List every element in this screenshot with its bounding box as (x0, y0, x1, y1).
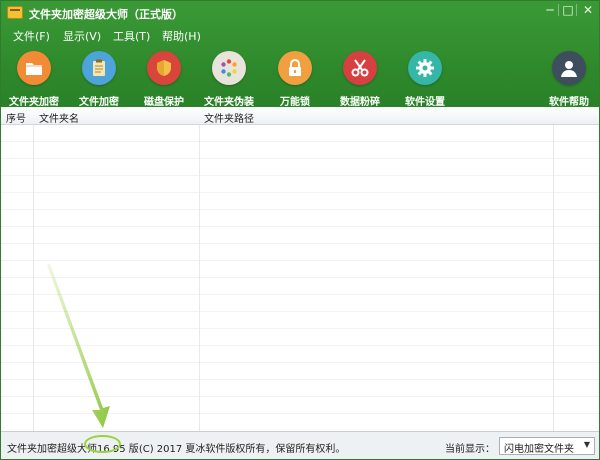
tool-label: 磁盘保护 (144, 97, 184, 108)
tool-label: 文件夹伪装 (204, 97, 254, 108)
list-header: 序号 文件夹名 文件夹路径 (1, 107, 599, 125)
row-divider (1, 175, 599, 176)
maximize-button[interactable]: □ (559, 1, 577, 19)
universal-lock-button[interactable]: 万能锁 (263, 47, 327, 108)
disk-protect-button[interactable]: 磁盘保护 (132, 47, 196, 108)
copyright-text: 文件夹加密超级大师16.95 版(C) 2017 夏冰软件版权所有，保留所有权利… (7, 440, 345, 455)
row-divider (1, 260, 599, 261)
tool-label: 软件帮助 (549, 97, 589, 108)
color-wheel-icon (212, 51, 246, 85)
version-highlight-circle (84, 435, 121, 453)
menu-view[interactable]: 显示(V) (63, 28, 101, 44)
row-divider (1, 141, 599, 142)
status-bar: 文件夹加密超级大师16.95 版(C) 2017 夏冰软件版权所有，保留所有权利… (1, 431, 599, 459)
row-divider (1, 192, 599, 193)
tool-label: 文件加密 (79, 97, 119, 108)
row-divider (1, 243, 599, 244)
row-divider (1, 277, 599, 278)
folder-icon (17, 51, 51, 85)
app-icon (7, 6, 23, 19)
clipboard-icon (82, 51, 116, 85)
menu-file[interactable]: 文件(F) (13, 28, 50, 44)
menu-help[interactable]: 帮助(H) (162, 28, 201, 44)
row-divider (1, 362, 599, 363)
header-area: 文件夹加密超级大师（正式版） ─ □ ✕ 文件(F) 显示(V) 工具(T) 帮… (1, 1, 599, 108)
column-header-path[interactable]: 文件夹路径 (204, 110, 254, 125)
column-divider (33, 107, 34, 431)
menu-bar: 文件(F) 显示(V) 工具(T) 帮助(H) (1, 25, 599, 45)
column-header-index[interactable]: 序号 (6, 110, 26, 125)
column-divider (199, 107, 200, 431)
row-divider (1, 345, 599, 346)
row-divider (1, 311, 599, 312)
title-bar[interactable]: 文件夹加密超级大师（正式版） ─ □ ✕ (1, 1, 599, 25)
shield-icon (147, 51, 181, 85)
row-divider (1, 209, 599, 210)
window-title: 文件夹加密超级大师（正式版） (29, 8, 183, 21)
gear-icon (408, 51, 442, 85)
row-divider (1, 158, 599, 159)
close-button[interactable]: ✕ (577, 1, 599, 19)
row-divider (1, 413, 599, 414)
current-display-label: 当前显示： (445, 444, 495, 455)
tool-label: 万能锁 (280, 97, 310, 108)
row-divider (1, 226, 599, 227)
tool-label: 软件设置 (405, 97, 445, 108)
minimize-button[interactable]: ─ (541, 1, 559, 19)
dropdown-arrow-icon: ▼ (583, 440, 590, 449)
column-divider (553, 107, 554, 431)
folder-list[interactable]: 序号 文件夹名 文件夹路径 (1, 107, 599, 431)
row-divider (1, 396, 599, 397)
row-divider (1, 379, 599, 380)
toolbar: 文件夹加密 文件加密 磁盘保护 文件夹伪装 万能锁 数据粉碎 软件设置 软件帮助 (1, 47, 599, 108)
help-button[interactable]: 软件帮助 (537, 47, 599, 108)
column-header-name[interactable]: 文件夹名 (39, 110, 79, 125)
user-icon (552, 51, 586, 85)
current-display-value: 闪电加密文件夹 (504, 444, 574, 455)
menu-tools[interactable]: 工具(T) (113, 28, 150, 44)
row-divider (1, 294, 599, 295)
tool-label: 文件夹加密 (9, 97, 59, 108)
scissors-icon (343, 51, 377, 85)
settings-button[interactable]: 软件设置 (393, 47, 457, 108)
tool-label: 数据粉碎 (340, 97, 380, 108)
folder-encrypt-button[interactable]: 文件夹加密 (2, 47, 66, 108)
app-window: 文件夹加密超级大师（正式版） ─ □ ✕ 文件(F) 显示(V) 工具(T) 帮… (0, 0, 600, 460)
lock-icon (278, 51, 312, 85)
file-encrypt-button[interactable]: 文件加密 (67, 47, 131, 108)
data-shred-button[interactable]: 数据粉碎 (328, 47, 392, 108)
row-divider (1, 328, 599, 329)
current-display-select[interactable]: 闪电加密文件夹 ▼ (499, 437, 595, 455)
folder-disguise-button[interactable]: 文件夹伪装 (197, 47, 261, 108)
copyright-notice: (C) 2017 夏冰软件版权所有，保留所有权利。 (138, 444, 346, 455)
